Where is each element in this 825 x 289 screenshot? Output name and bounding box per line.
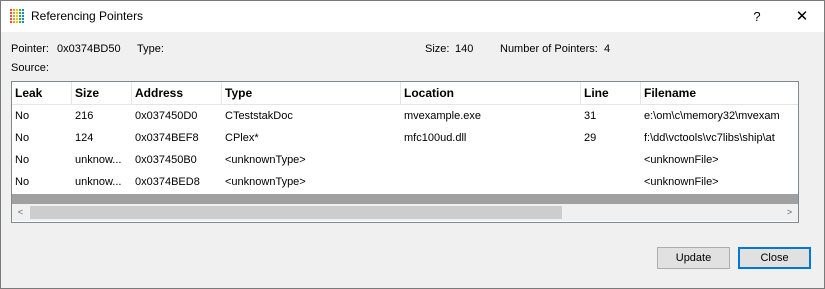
help-button[interactable]: ? — [741, 1, 773, 32]
num-pointers-value: 4 — [604, 43, 611, 55]
cell-address: 0x0374BED8 — [135, 176, 200, 188]
cell-size: unknow... — [75, 154, 122, 166]
cell-size: 124 — [75, 132, 94, 144]
cell-size: unknow... — [75, 176, 122, 188]
num-pointers-label: Number of Pointers: — [500, 43, 598, 55]
cell-address: 0x0374BEF8 — [135, 132, 199, 144]
close-window-button[interactable]: ✕ — [784, 1, 820, 32]
window-title: Referencing Pointers — [31, 9, 144, 23]
app-grid-icon — [10, 9, 24, 23]
title-bar[interactable]: Referencing Pointers ? ✕ — [1, 1, 824, 32]
table-row[interactable]: No 124 0x0374BEF8 CPlex* mfc100ud.dll 29… — [12, 127, 798, 149]
cell-address: 0x037450D0 — [135, 110, 198, 122]
horizontal-scrollbar[interactable]: < > — [12, 204, 798, 221]
cell-type: <unknownType> — [225, 154, 306, 166]
cell-type: CPlex* — [225, 132, 259, 144]
size-value: 140 — [455, 43, 474, 55]
scroll-right-icon[interactable]: > — [781, 204, 798, 221]
source-label: Source: — [11, 62, 49, 74]
scroll-left-icon[interactable]: < — [12, 204, 29, 221]
pointer-value: 0x0374BD50 — [57, 43, 121, 55]
cell-filename: f:\dd\vctools\vc7libs\ship\at — [644, 132, 775, 144]
cell-filename: <unknownFile> — [644, 176, 719, 188]
table-row[interactable]: No unknow... 0x037450B0 <unknownType> <u… — [12, 149, 798, 171]
cell-size: 216 — [75, 110, 94, 122]
cell-leak: No — [15, 132, 30, 144]
update-button[interactable]: Update — [657, 247, 730, 269]
cell-type: <unknownType> — [225, 176, 306, 188]
scroll-thumb[interactable] — [30, 206, 562, 219]
type-label: Type: — [137, 43, 164, 55]
close-button[interactable]: Close — [738, 247, 811, 269]
table-row[interactable]: No 216 0x037450D0 CTeststakDoc mvexample… — [12, 105, 798, 127]
cell-line — [581, 149, 641, 171]
cell-leak: No — [15, 154, 30, 166]
cell-leak: No — [15, 110, 30, 122]
column-header-size[interactable]: Size — [72, 82, 132, 104]
cell-location — [401, 171, 581, 193]
column-header-type[interactable]: Type — [222, 82, 401, 104]
dialog-window: Referencing Pointers ? ✕ Pointer: 0x0374… — [0, 0, 825, 289]
cell-location: mvexample.exe — [404, 110, 482, 122]
column-header-filename[interactable]: Filename — [641, 82, 798, 104]
cell-location: mfc100ud.dll — [404, 132, 467, 144]
size-label: Size: — [425, 43, 450, 55]
column-header-leak[interactable]: Leak — [12, 82, 72, 104]
table-empty-area — [12, 194, 798, 204]
cell-address: 0x037450B0 — [135, 154, 197, 166]
column-header-line[interactable]: Line — [581, 82, 641, 104]
table-row[interactable]: No unknow... 0x0374BED8 <unknownType> <u… — [12, 171, 798, 193]
cell-filename: <unknownFile> — [644, 154, 719, 166]
cell-type: CTeststakDoc — [225, 110, 293, 122]
cell-leak: No — [15, 176, 30, 188]
pointers-table[interactable]: Leak Size Address Type Location Line Fil… — [11, 81, 799, 223]
cell-line — [581, 171, 641, 193]
column-header-address[interactable]: Address — [132, 82, 222, 104]
cell-filename: e:\om\c\memory32\mvexam — [644, 110, 780, 122]
cell-line: 29 — [584, 132, 597, 144]
table-header: Leak Size Address Type Location Line Fil… — [12, 82, 798, 105]
column-header-location[interactable]: Location — [401, 82, 581, 104]
cell-line: 31 — [584, 110, 597, 122]
cell-location — [401, 149, 581, 171]
pointer-label: Pointer: — [11, 43, 49, 55]
